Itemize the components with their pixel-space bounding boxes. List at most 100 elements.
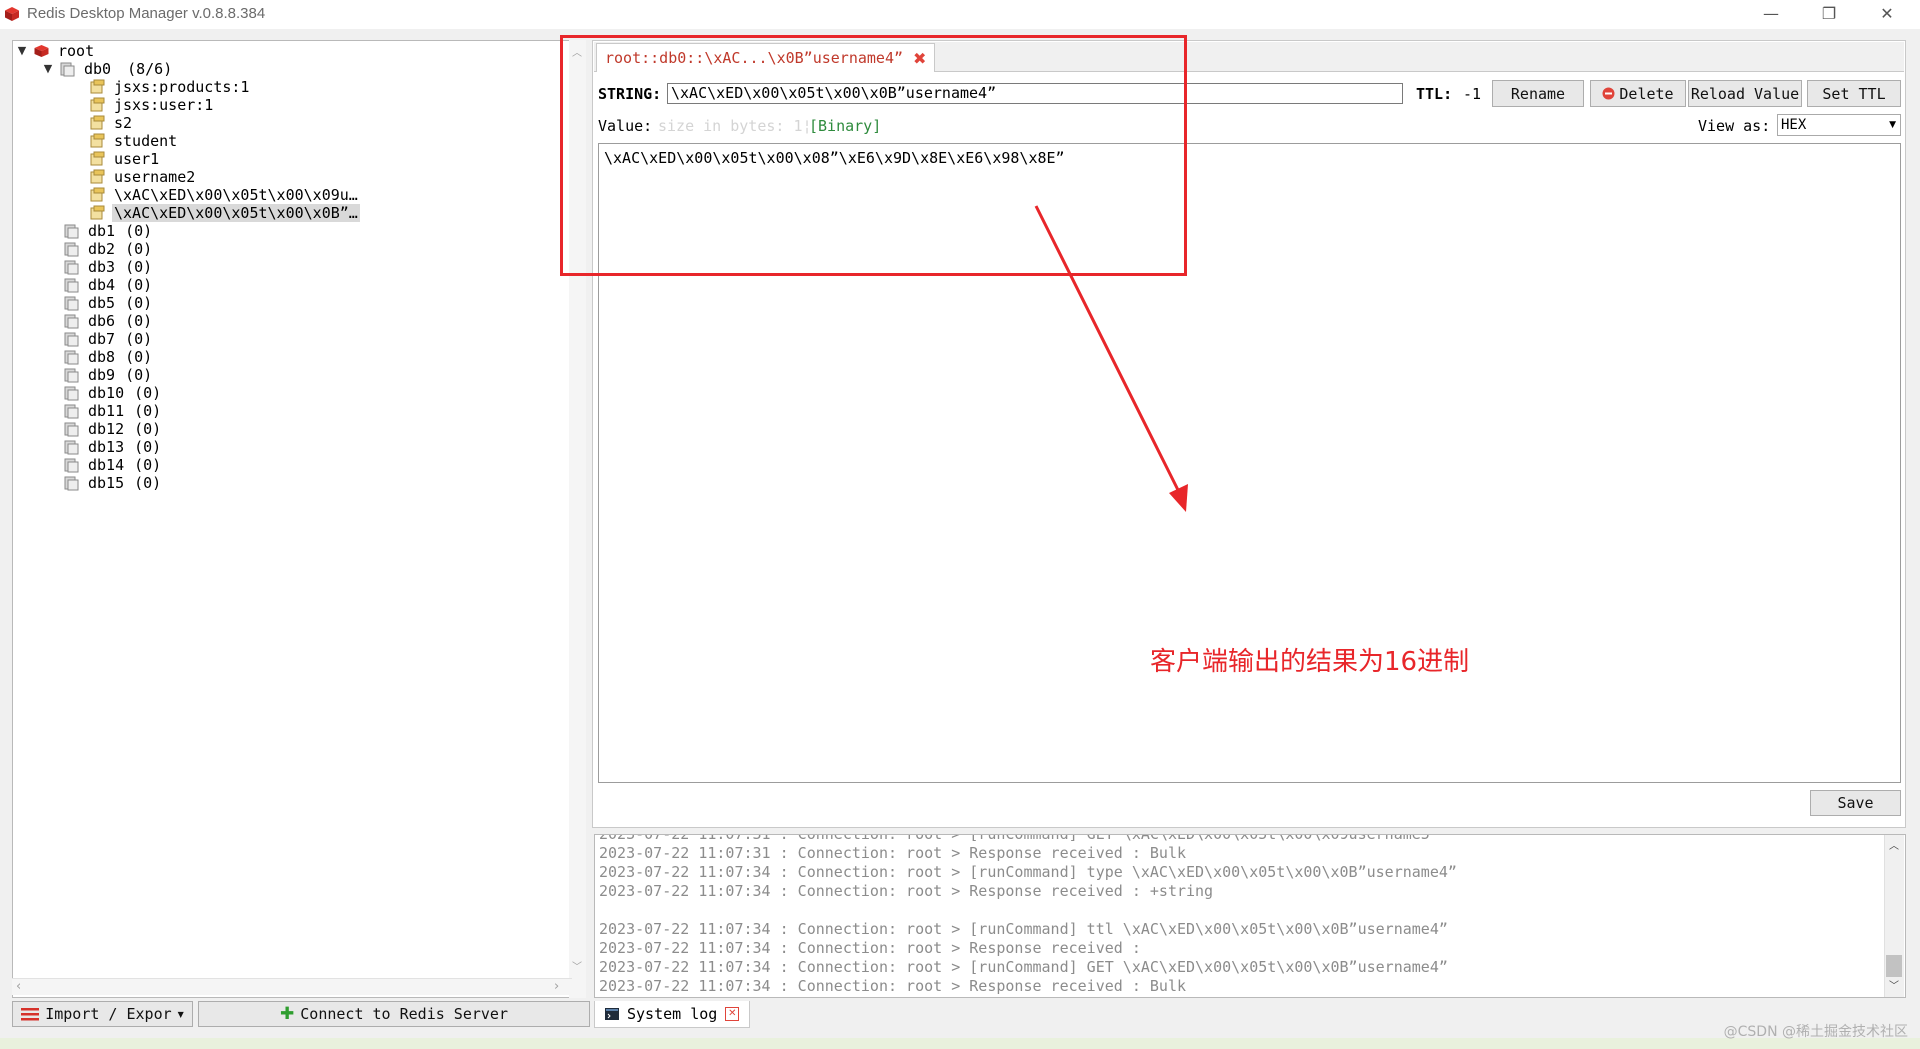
tree-item-key[interactable]: user1 bbox=[89, 150, 161, 168]
tree-item-db[interactable]: db8 (0) bbox=[63, 348, 152, 366]
rename-button[interactable]: Rename bbox=[1492, 80, 1584, 107]
key-icon bbox=[90, 187, 105, 202]
db-key-count: (0) bbox=[125, 276, 153, 294]
tree-item-label: jsxs:user:1 bbox=[114, 96, 214, 114]
key-icon bbox=[90, 79, 105, 94]
tree-item-label: jsxs:products:1 bbox=[114, 78, 250, 96]
tree-item-label: db10 bbox=[88, 384, 125, 402]
view-as-value: HEX bbox=[1781, 117, 1807, 133]
tree-item-label: db2 bbox=[88, 240, 116, 258]
import-export-label: Import / Expor bbox=[45, 1005, 172, 1023]
scroll-right-icon[interactable]: › bbox=[554, 979, 559, 994]
database-icon bbox=[64, 386, 79, 401]
key-icon bbox=[90, 133, 105, 148]
tree-item-label: db15 bbox=[88, 474, 125, 492]
db-key-count: (0) bbox=[125, 258, 153, 276]
maximize-button[interactable]: ❐ bbox=[1800, 0, 1858, 29]
database-icon bbox=[64, 404, 79, 419]
log-line: 2023-07-22 11:07:34 : Connection: root >… bbox=[599, 939, 1141, 957]
close-tab-icon[interactable]: ✕ bbox=[725, 1007, 740, 1021]
db-key-count: (0) bbox=[134, 420, 162, 438]
tree-item-label: root bbox=[58, 42, 95, 60]
tree-item-db[interactable]: db15 (0) bbox=[63, 474, 161, 492]
tree-item-db[interactable]: db2 (0) bbox=[63, 240, 152, 258]
log-line: 2023-07-22 11:07:31 : Connection: root >… bbox=[599, 844, 1186, 862]
tree-item-label: db8 bbox=[88, 348, 116, 366]
db-key-count: (0) bbox=[125, 222, 153, 240]
tree-item-db[interactable]: db6 (0) bbox=[63, 312, 152, 330]
connection-tree: ▼ root ▼ db0 (8/6) jsxs:products:1 jsxs:u… bbox=[12, 40, 572, 998]
tree-item-key[interactable]: \xAC\xED\x00\x05t\x00\x0B”… bbox=[89, 204, 360, 222]
connect-label: Connect to Redis Server bbox=[300, 1005, 508, 1023]
scroll-up-icon[interactable]: ︿ bbox=[1889, 837, 1899, 852]
tree-item-key[interactable]: username2 bbox=[89, 168, 197, 186]
db-key-count: (0) bbox=[134, 456, 162, 474]
connect-server-button[interactable]: ✚ Connect to Redis Server bbox=[198, 1001, 590, 1027]
db-key-count: (0) bbox=[125, 312, 153, 330]
db-key-count: (0) bbox=[125, 348, 153, 366]
tree-item-db[interactable]: db1 (0) bbox=[63, 222, 152, 240]
minimize-button[interactable]: — bbox=[1742, 0, 1800, 29]
database-icon bbox=[64, 332, 79, 347]
database-icon bbox=[64, 314, 79, 329]
tree-item-root[interactable]: ▼ root bbox=[15, 42, 96, 60]
tree-item-db[interactable]: db12 (0) bbox=[63, 420, 161, 438]
scroll-left-icon[interactable]: ‹ bbox=[16, 979, 21, 994]
tree-item-key[interactable]: jsxs:user:1 bbox=[89, 96, 215, 114]
tree-item-label: db9 bbox=[88, 366, 116, 384]
reload-label: Reload Value bbox=[1690, 84, 1800, 103]
taskbar-strip bbox=[0, 1038, 1920, 1049]
key-icon bbox=[90, 97, 105, 112]
log-scroll-thumb[interactable] bbox=[1886, 955, 1902, 977]
window-title: Redis Desktop Manager v.0.8.8.384 bbox=[27, 5, 266, 22]
scroll-down-icon[interactable]: ﹀ bbox=[572, 958, 582, 973]
log-line: 2023-07-22 11:07:34 : Connection: root >… bbox=[599, 977, 1186, 995]
scroll-down-icon[interactable]: ﹀ bbox=[1889, 977, 1899, 992]
set-ttl-button[interactable]: Set TTL bbox=[1807, 80, 1901, 107]
delete-button[interactable]: Delete bbox=[1590, 80, 1686, 107]
tree-item-key[interactable]: jsxs:products:1 bbox=[89, 78, 251, 96]
tree-item-label: \xAC\xED\x00\x05t\x00\x0B”… bbox=[112, 204, 360, 222]
database-icon bbox=[64, 422, 79, 437]
db-key-count: (0) bbox=[125, 294, 153, 312]
chevron-down-icon[interactable]: ▼ bbox=[41, 60, 55, 78]
tree-item-label: db1 bbox=[88, 222, 116, 240]
db-key-count: (0) bbox=[134, 384, 162, 402]
log-line: 2023-07-22 11:07:34 : Connection: root >… bbox=[599, 863, 1457, 881]
tree-item-db0[interactable]: ▼ db0 (8/6) bbox=[41, 60, 172, 78]
tree-item-key[interactable]: student bbox=[89, 132, 179, 150]
key-icon bbox=[90, 151, 105, 166]
tree-item-label: db12 bbox=[88, 420, 125, 438]
annotation-arrow bbox=[1034, 205, 1188, 512]
dropdown-arrow-icon: ▼ bbox=[177, 1009, 184, 1019]
db-key-count: (0) bbox=[134, 402, 162, 420]
close-window-button[interactable]: ✕ bbox=[1858, 0, 1916, 29]
tree-item-key[interactable]: s2 bbox=[89, 114, 134, 132]
tree-item-db[interactable]: db4 (0) bbox=[63, 276, 152, 294]
database-icon bbox=[64, 368, 79, 383]
database-icon bbox=[60, 62, 75, 77]
reload-value-button[interactable]: Reload Value bbox=[1688, 80, 1802, 107]
database-icon bbox=[64, 350, 79, 365]
tree-item-db[interactable]: db9 (0) bbox=[63, 366, 152, 384]
tree-item-db[interactable]: db7 (0) bbox=[63, 330, 152, 348]
tree-item-key[interactable]: \xAC\xED\x00\x05t\x00\x09u… bbox=[89, 186, 360, 204]
tree-item-label: student bbox=[114, 132, 178, 150]
tree-item-db[interactable]: db10 (0) bbox=[63, 384, 161, 402]
tree-item-label: db5 bbox=[88, 294, 116, 312]
tree-horizontal-scrollbar[interactable]: ‹ › bbox=[12, 978, 572, 995]
tree-item-db[interactable]: db13 (0) bbox=[63, 438, 161, 456]
tree-item-db[interactable]: db5 (0) bbox=[63, 294, 152, 312]
tab-system-log[interactable]: System log ✕ bbox=[594, 1001, 751, 1028]
view-as-select[interactable]: HEX ▼ bbox=[1777, 114, 1901, 136]
save-button[interactable]: Save bbox=[1810, 790, 1901, 816]
plus-icon: ✚ bbox=[280, 1004, 295, 1024]
system-log-panel: 2023-07-22 11:07:31 : Connection: root >… bbox=[594, 834, 1906, 998]
import-export-button[interactable]: Import / Expor ▼ bbox=[12, 1001, 193, 1027]
log-line: 2023-07-22 11:07:31 : Connection: root >… bbox=[599, 834, 1430, 843]
tree-item-db[interactable]: db14 (0) bbox=[63, 456, 161, 474]
tree-item-db[interactable]: db11 (0) bbox=[63, 402, 161, 420]
title-bar bbox=[0, 0, 1920, 29]
chevron-down-icon[interactable]: ▼ bbox=[15, 42, 29, 60]
tree-item-db[interactable]: db3 (0) bbox=[63, 258, 152, 276]
